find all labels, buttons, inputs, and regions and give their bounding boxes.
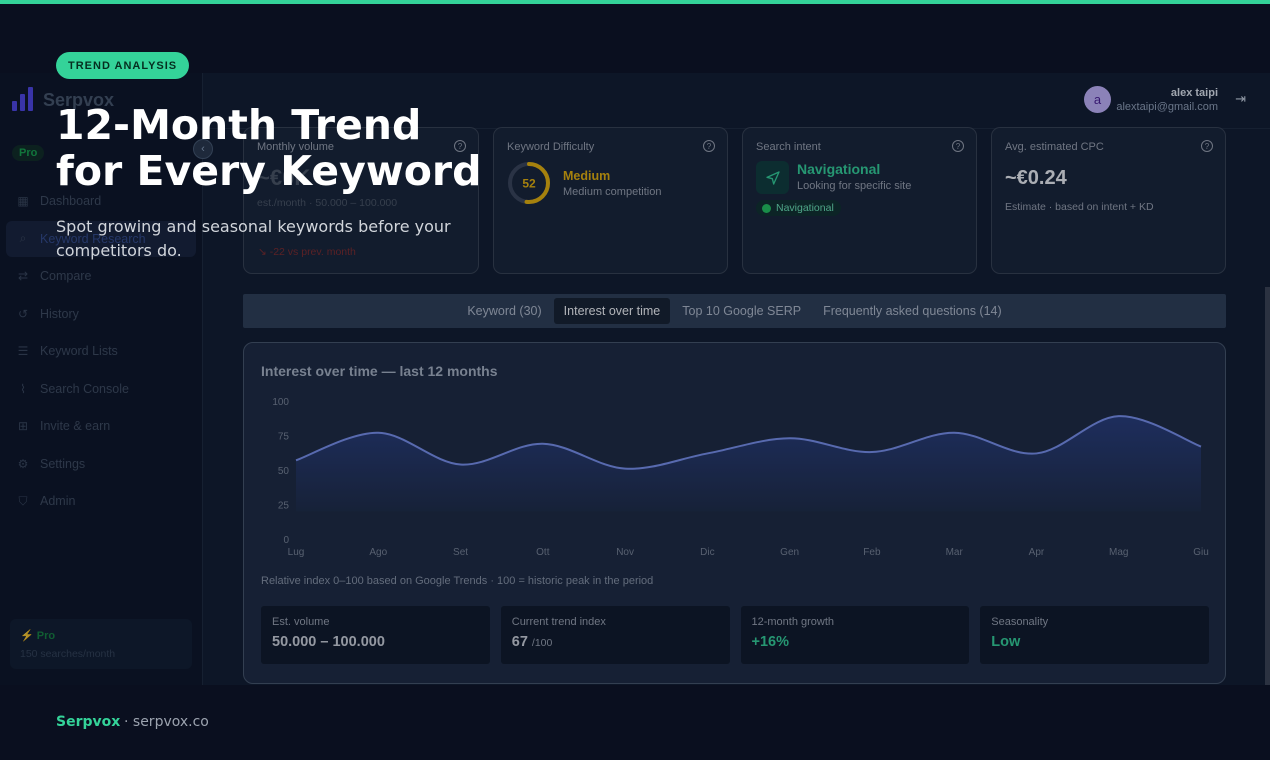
x-tick-label: Gen	[780, 547, 799, 558]
x-tick-label: Lug	[288, 547, 305, 558]
plan-card-subtitle: 150 searches/month	[20, 648, 116, 660]
history-icon: ↺	[17, 306, 29, 321]
sidebar-item-admin[interactable]: ⛉ Admin	[6, 483, 196, 519]
sidebar-item-keyword-lists[interactable]: ☰ Keyword Lists	[6, 333, 196, 369]
sidebar-item-label: Compare	[40, 269, 92, 283]
tab-keywords[interactable]: Keyword (30)	[457, 298, 551, 324]
x-tick-label: Mar	[946, 547, 964, 558]
stat-label: 12-month growth	[751, 616, 835, 628]
stat-label: Seasonality	[991, 616, 1049, 628]
chart-icon: ⌇	[20, 381, 26, 396]
card-title: Avg. estimated CPC	[1005, 141, 1104, 153]
x-tick-label: Set	[453, 547, 468, 558]
avatar[interactable]: a	[1084, 86, 1111, 113]
sidebar-item-label: Invite & earn	[40, 419, 111, 433]
avg-cpc-card: Avg. estimated CPC ? ~€0.24 Estimate · b…	[991, 127, 1226, 274]
shield-icon: ⛉	[18, 493, 28, 508]
navigation-arrow-icon	[756, 161, 789, 194]
x-tick-label: Ago	[369, 547, 387, 558]
status-dot-icon	[762, 203, 771, 213]
sidebar-item-label: Admin	[40, 494, 76, 508]
stat-seasonality: Seasonality Low	[980, 606, 1209, 664]
stat-growth: 12-month growth +16%	[740, 606, 970, 664]
interest-chart: 0 25 50 75 100 Lug Ago Set Ott Nov Dic Gen Feb Mar Ap…	[272, 397, 1209, 558]
sidebar-item-label: Settings	[40, 456, 86, 471]
sidebar-item-label: Keyword Lists	[40, 344, 118, 358]
stats-row: Est. volume 50.000 – 100.000 Current tre…	[261, 606, 1209, 664]
list-icon: ☰	[17, 344, 29, 358]
top-accent-bar	[0, 0, 1270, 4]
sidebar-item-label: Search Console	[40, 381, 129, 396]
y-tick-label: 25	[278, 501, 290, 512]
results-tabs: Keyword (30) Interest over time Top 10 G…	[243, 294, 1226, 328]
chart-title: Interest over time — last 12 months	[261, 363, 498, 379]
tab-top-serp[interactable]: Top 10 Google SERP	[672, 298, 811, 324]
x-tick-label: Mag	[1109, 547, 1128, 558]
x-tick-label: Ott	[536, 547, 550, 558]
sidebar-item-label: Dashboard	[40, 194, 102, 208]
page-title: 12-Month Trend for Every Keyword	[56, 101, 482, 195]
logo-bars-icon	[12, 87, 33, 111]
footer: Serpvox · serpvox.co	[0, 685, 1270, 760]
scrollbar[interactable]	[1265, 287, 1270, 685]
search-intent-card: Search intent ? Navigational Looking for…	[742, 127, 977, 274]
tab-interest-over-time[interactable]: Interest over time	[553, 298, 671, 324]
help-icon[interactable]: ?	[703, 140, 715, 152]
cpc-value: ~€0.24	[1005, 167, 1067, 189]
card-title: Search intent	[756, 141, 821, 153]
cpc-sub: Estimate · based on intent + KD	[1005, 201, 1154, 213]
gift-icon: ⊞	[17, 419, 29, 433]
user-name: alex taipi	[1170, 87, 1218, 99]
sidebar-item-history[interactable]: ↺ History	[6, 296, 196, 332]
y-tick-label: 100	[272, 397, 289, 408]
plan-card[interactable]: ⚡ Pro 150 searches/month	[10, 619, 192, 669]
intent-label: Navigational	[797, 161, 881, 177]
intent-description: Looking for specific site	[797, 180, 912, 192]
interest-chart-card: Interest over time — last 12 months 0 25 5…	[243, 342, 1226, 684]
y-tick-label: 0	[283, 535, 289, 546]
stat-value: 50.000 – 100.000	[272, 634, 385, 650]
stat-value: +16%	[751, 634, 790, 650]
monthly-volume-range: est./month · 50.000 – 100.000	[257, 197, 398, 209]
intent-badge: Navigational	[756, 200, 841, 216]
y-tick-label: 75	[278, 432, 290, 443]
sidebar-item-invite[interactable]: ⊞ Invite & earn	[6, 408, 196, 444]
plan-card-title: ⚡ Pro	[20, 630, 56, 642]
x-tick-label: Nov	[616, 547, 634, 558]
stat-label: Current trend index	[511, 616, 606, 628]
logout-icon[interactable]: ⇥	[1235, 91, 1246, 107]
footer-brand: Serpvox	[56, 714, 121, 730]
user-email: alextaipi@gmail.com	[1116, 101, 1218, 113]
stat-value: Low	[991, 634, 1021, 650]
x-tick-label: Feb	[863, 547, 881, 558]
sidebar-item-settings[interactable]: ⚙ Settings	[6, 446, 196, 482]
feature-badge: TREND ANALYSIS	[56, 52, 190, 79]
y-tick-label: 50	[278, 466, 290, 477]
help-icon[interactable]: ?	[952, 140, 964, 152]
footer-url[interactable]: · serpvox.co	[124, 714, 209, 730]
sidebar-item-label: History	[40, 306, 79, 321]
sidebar-item-search-console[interactable]: ⌇ Search Console	[6, 371, 196, 407]
stat-est-volume: Est. volume 50.000 – 100.000	[261, 606, 490, 664]
stat-trend-index: Current trend index 67 /100	[500, 606, 730, 664]
x-tick-label: Apr	[1029, 547, 1045, 558]
bolt-icon: ⚡	[20, 630, 34, 642]
chart-note: Relative index 0–100 based on Google Tre…	[261, 575, 654, 587]
tab-faq[interactable]: Frequently asked questions (14)	[813, 298, 1012, 324]
plan-badge: Pro	[12, 145, 45, 161]
page-subtitle: Spot growing and seasonal keywords befor…	[56, 217, 451, 260]
help-icon[interactable]: ?	[1201, 140, 1213, 152]
search-icon: ⌕	[19, 231, 27, 245]
compare-icon: ⇄	[17, 269, 29, 283]
stat-label: Est. volume	[272, 616, 330, 628]
x-tick-label: Giu	[1193, 547, 1209, 558]
gear-icon: ⚙	[17, 456, 29, 471]
grid-icon: ▦	[17, 194, 29, 208]
sidebar-item-compare[interactable]: ⇄ Compare	[6, 258, 196, 294]
chart-area	[296, 416, 1201, 512]
x-tick-label: Dic	[700, 547, 714, 558]
stat-value: 67 /100	[511, 634, 553, 650]
